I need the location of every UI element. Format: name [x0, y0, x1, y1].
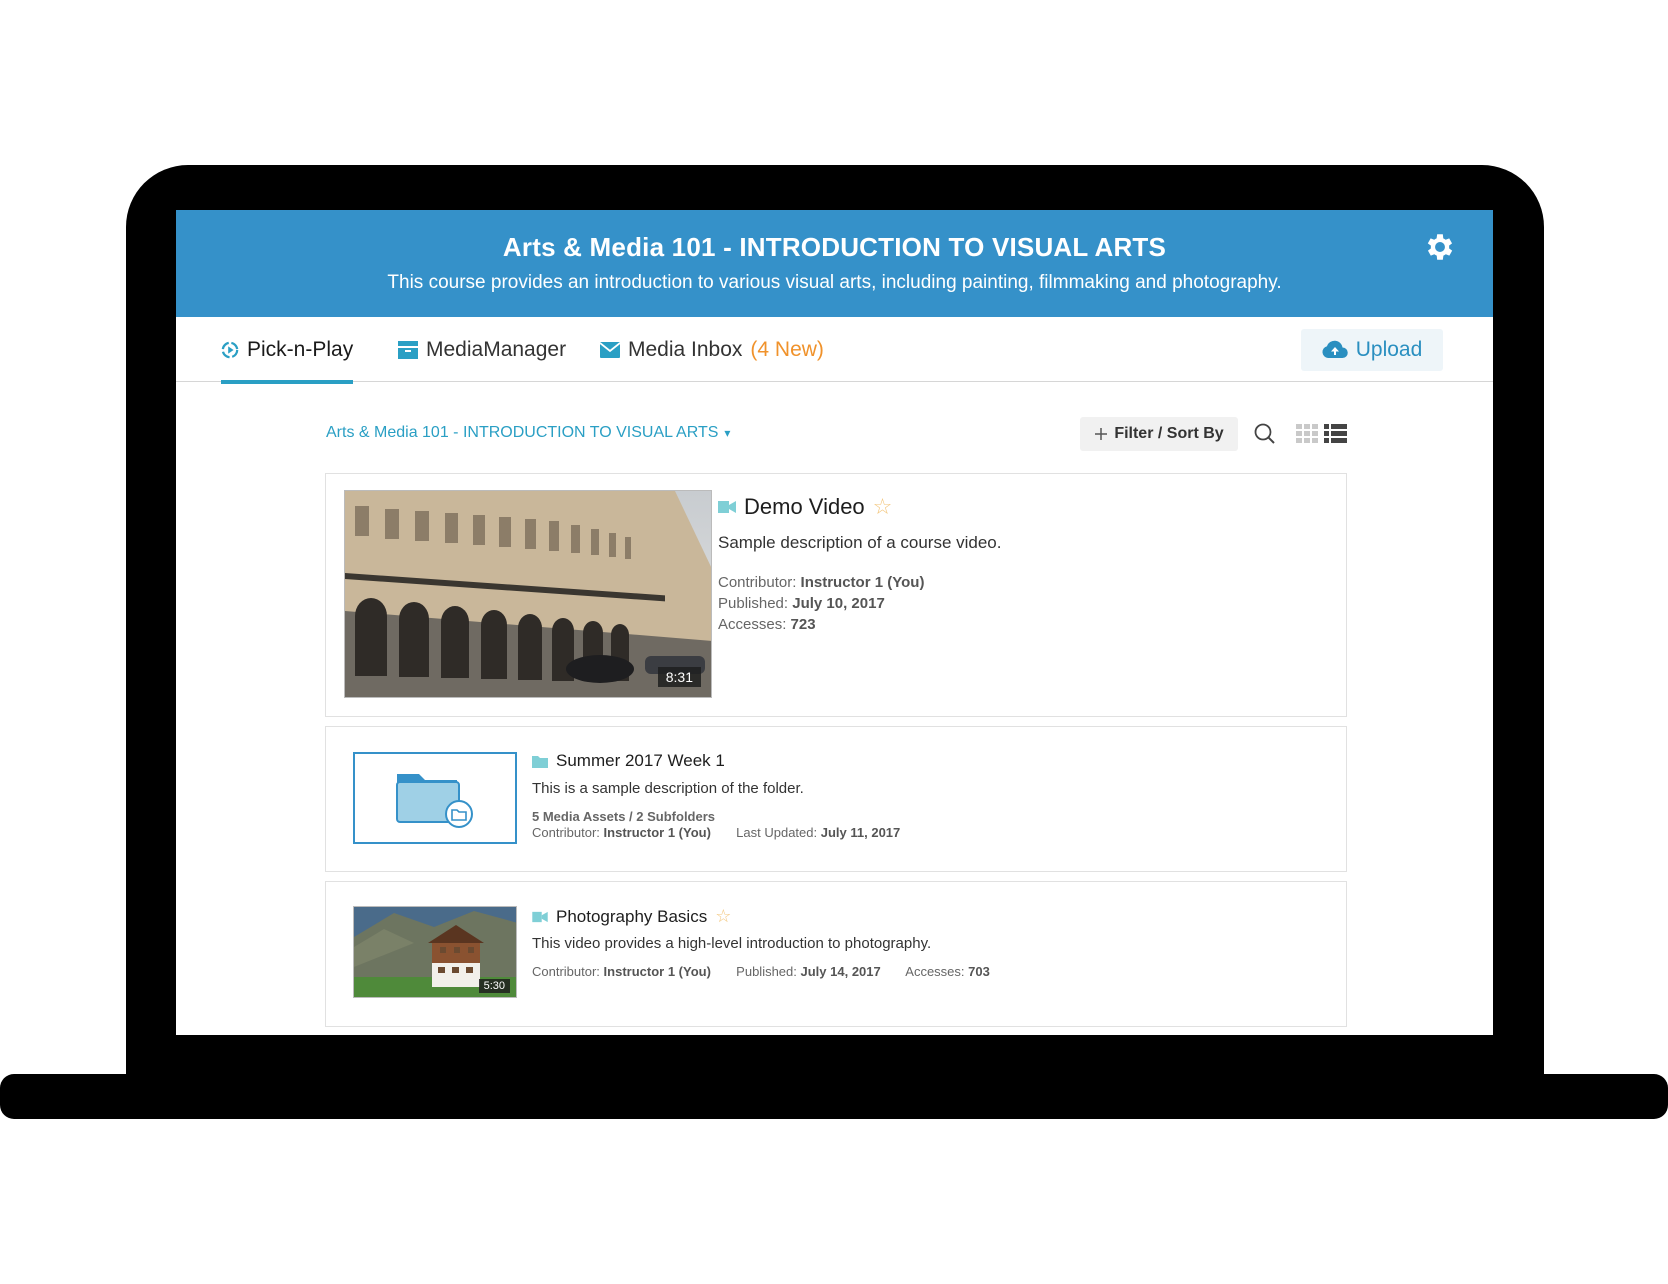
breadcrumb-label: Arts & Media 101 - INTRODUCTION TO VISUA… — [326, 424, 719, 441]
inbox-icon — [600, 341, 620, 358]
contributor-value: Instructor 1 (You) — [800, 574, 925, 591]
published-value: July 10, 2017 — [792, 595, 885, 612]
plus-icon — [1095, 428, 1108, 440]
tab-pick-n-play[interactable]: Pick-n-Play — [221, 317, 354, 384]
breadcrumb-course-selector[interactable]: Arts & Media 101 - INTRODUCTION TO VISUA… — [326, 424, 730, 442]
filter-label: Filter / Sort By — [1114, 425, 1224, 442]
filter-sort-button[interactable]: Filter / Sort By — [1080, 417, 1238, 451]
updated-label: Last Updated: — [736, 825, 818, 840]
course-title: Arts & Media 101 - INTRODUCTION TO VISUA… — [502, 232, 1167, 262]
app-screen: Arts & Media 101 - INTRODUCTION TO VISUA… — [176, 210, 1493, 1035]
tab-label: MediaManager — [426, 337, 567, 361]
tab-media-inbox[interactable]: Media Inbox (4 New) — [600, 317, 824, 382]
media-item-folder[interactable]: Summer 2017 Week 1 This is a sample desc… — [325, 726, 1347, 872]
item-title-row: Demo Video ☆ — [718, 494, 892, 520]
folder-thumbnail[interactable] — [353, 752, 517, 844]
accesses-value: 723 — [790, 616, 816, 633]
accesses-value: 703 — [968, 964, 990, 979]
accesses-label: Accesses: — [718, 616, 787, 633]
star-icon[interactable]: ☆ — [873, 494, 893, 520]
published-label: Published: — [736, 964, 797, 979]
tab-label: Media Inbox — [628, 337, 743, 361]
item-description: This video provides a high-level introdu… — [532, 935, 932, 952]
folder-icon — [396, 774, 473, 828]
published-value: July 14, 2017 — [800, 964, 881, 979]
star-icon[interactable]: ☆ — [715, 906, 731, 927]
item-metadata: Contributor: Instructor 1 (You) Publishe… — [718, 572, 924, 635]
chevron-down-icon: ▾ — [724, 426, 731, 440]
media-manager-icon — [398, 340, 418, 359]
search-icon[interactable] — [1252, 421, 1278, 447]
video-duration: 5:30 — [478, 979, 510, 993]
video-thumbnail[interactable]: 8:31 — [344, 490, 712, 698]
upload-label: Upload — [1355, 338, 1423, 361]
upload-button[interactable]: Upload — [1301, 329, 1443, 371]
item-title[interactable]: Summer 2017 Week 1 — [556, 751, 725, 771]
folder-counts: 5 Media Assets / 2 Subfolders — [532, 809, 716, 824]
item-title-row: Photography Basics ☆ — [532, 906, 731, 927]
tab-label: Pick-n-Play — [247, 337, 354, 361]
item-description: Sample description of a course video. — [718, 533, 1002, 552]
contributor-value: Instructor 1 (You) — [603, 825, 711, 840]
updated-value: July 11, 2017 — [820, 825, 901, 840]
item-metadata: Contributor: Instructor 1 (You) Last Upd… — [532, 825, 900, 840]
pick-n-play-icon — [221, 341, 239, 358]
cloud-upload-icon — [1322, 340, 1348, 358]
new-count-badge: (4 New) — [750, 337, 824, 361]
video-icon — [718, 501, 736, 513]
course-header: Arts & Media 101 - INTRODUCTION TO VISUA… — [176, 210, 1493, 317]
list-view-icon[interactable] — [1322, 421, 1348, 447]
contributor-label: Contributor: — [532, 825, 600, 840]
media-item-demo-video[interactable]: 8:31 Demo Video ☆ Sample description of … — [325, 473, 1347, 717]
media-item-photography-basics[interactable]: 5:30 Photography Basics ☆ This video pro… — [325, 881, 1347, 1027]
contributor-label: Contributor: — [532, 964, 600, 979]
gear-icon[interactable] — [1423, 230, 1457, 264]
video-icon — [532, 911, 548, 922]
published-label: Published: — [718, 595, 789, 612]
video-thumbnail[interactable]: 5:30 — [353, 906, 517, 998]
item-metadata: Contributor: Instructor 1 (You) Publishe… — [532, 964, 990, 979]
folder-icon — [532, 755, 548, 768]
contributor-label: Contributor: — [718, 574, 797, 591]
item-title[interactable]: Demo Video — [744, 494, 865, 520]
item-title[interactable]: Photography Basics — [556, 907, 707, 927]
tab-bar: Pick-n-Play MediaManager Media Inbox (4 … — [176, 317, 1493, 384]
course-description: This course provides an introduction to … — [387, 272, 1282, 293]
item-description: This is a sample description of the fold… — [532, 780, 804, 797]
contributor-value: Instructor 1 (You) — [603, 964, 711, 979]
accesses-label: Accesses: — [905, 964, 965, 979]
item-title-row: Summer 2017 Week 1 — [532, 751, 725, 771]
laptop-base — [0, 1074, 1668, 1119]
tab-media-manager[interactable]: MediaManager — [398, 317, 566, 382]
grid-view-icon[interactable] — [1294, 421, 1320, 447]
video-duration: 8:31 — [657, 667, 701, 687]
